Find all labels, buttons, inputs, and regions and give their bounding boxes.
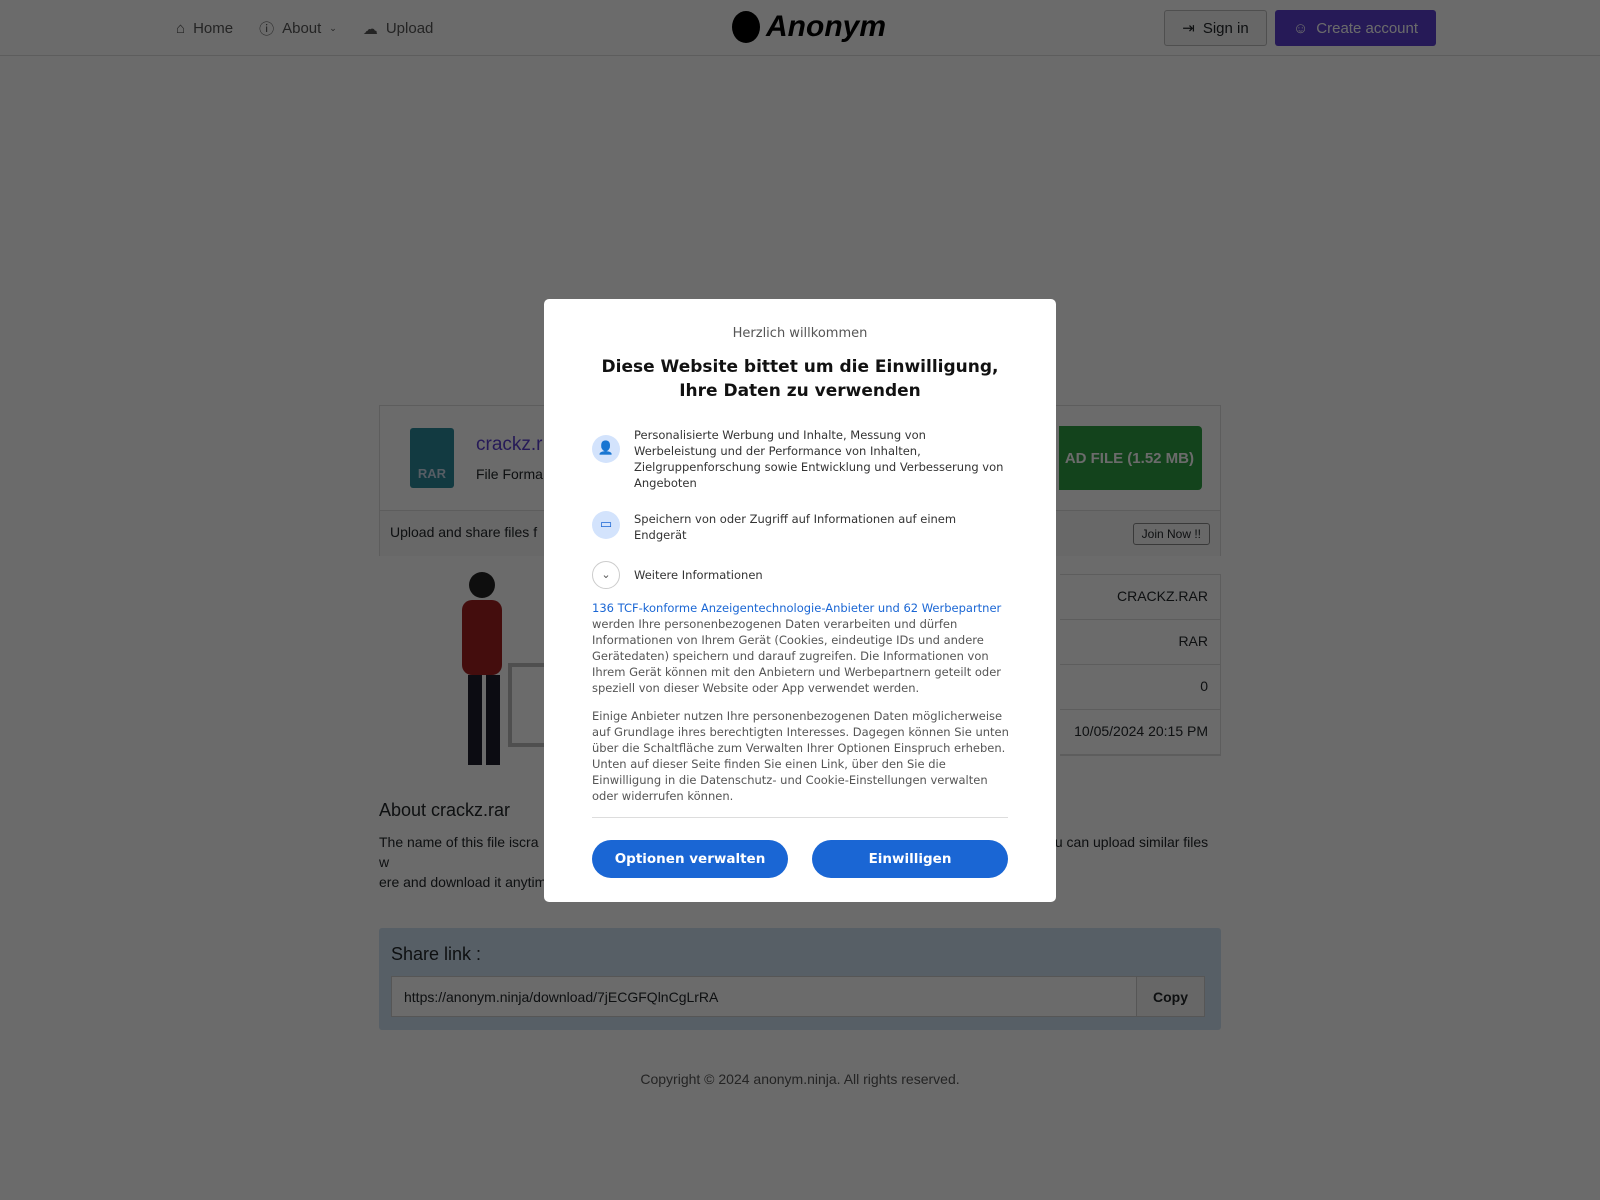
divider [592, 817, 1008, 818]
partners-link[interactable]: 136 TCF-konforme Anzeigentechnologie-Anb… [592, 601, 1001, 615]
info-row: RAR [1060, 620, 1220, 665]
rar-file-icon: RAR [410, 428, 454, 488]
nav-upload[interactable]: ☁ Upload [363, 18, 434, 39]
nav-about[interactable]: ⓘ About ⌄ [259, 18, 337, 39]
info-row: CRACKZ.RAR [1060, 575, 1220, 620]
consent-paragraph: 136 TCF-konforme Anzeigentechnologie-Anb… [592, 601, 1002, 695]
user-plus-icon: ☺ [1292, 19, 1309, 37]
file-info-table: CRACKZ.RAR RAR 0 10/05/2024 20:15 PM [1060, 574, 1221, 756]
nav-home[interactable]: ⌂ Home [176, 18, 233, 39]
join-now-button[interactable]: Join Now !! [1132, 523, 1210, 545]
person-illustration [462, 572, 550, 765]
home-icon: ⌂ [176, 20, 186, 37]
consent-welcome: Herzlich willkommen [732, 326, 868, 341]
purpose-item: 👤 Personalisierte Werbung und Inhalte, Me… [592, 427, 1012, 491]
consent-button[interactable]: Einwilligen [812, 840, 1008, 878]
create-account-button[interactable]: ☺ Create account [1275, 10, 1436, 46]
share-link-input[interactable]: https://anonym.ninja/download/7jECGFQlnC… [391, 976, 1137, 1017]
share-title: Share link : [391, 944, 482, 964]
file-name: crackz.r [476, 434, 543, 455]
cloud-upload-icon: ☁ [362, 20, 378, 38]
purpose-item: ▭ Speichern von oder Zugriff auf Informat… [592, 511, 1012, 543]
chevron-down-icon: ⌄ [329, 23, 337, 33]
file-format: File Forma [476, 466, 543, 482]
chevron-down-icon: ⌄ [592, 561, 620, 589]
info-row: 10/05/2024 20:15 PM [1060, 710, 1220, 755]
consent-dialog: Herzlich willkommen Diese Website bittet… [544, 299, 1056, 902]
copy-button[interactable]: Copy [1136, 976, 1205, 1017]
info-row: 0 [1060, 665, 1220, 710]
person-icon: 👤 [592, 435, 620, 463]
manage-options-button[interactable]: Optionen verwalten [592, 840, 788, 878]
logo[interactable]: Anonym [732, 10, 886, 44]
info-icon: ⓘ [259, 21, 275, 38]
share-box: Share link : https://anonym.ninja/downlo… [379, 928, 1221, 1030]
sign-in-button[interactable]: ⇥ Sign in [1164, 10, 1267, 46]
top-nav: ⌂ Home ⓘ About ⌄ ☁ Upload Anonym ⇥ Sign in ☺ C… [0, 0, 1600, 56]
consent-paragraph-2: Einige Anbieter nutzen Ihre personenbezo… [592, 709, 1009, 803]
consent-title: Diese Website bittet um die Einwilligung… [601, 357, 999, 401]
about-title: About crackz.rar [379, 800, 511, 820]
more-info-toggle[interactable]: ⌄ Weitere Informationen [592, 561, 1012, 589]
sign-in-icon: ⇥ [1182, 20, 1195, 37]
footer-copyright: Copyright © 2024 anonym.ninja. All right… [640, 1071, 960, 1087]
ninja-icon [732, 11, 760, 43]
download-button[interactable]: AD FILE (1.52 MB) [1059, 426, 1202, 490]
devices-icon: ▭ [592, 511, 620, 539]
